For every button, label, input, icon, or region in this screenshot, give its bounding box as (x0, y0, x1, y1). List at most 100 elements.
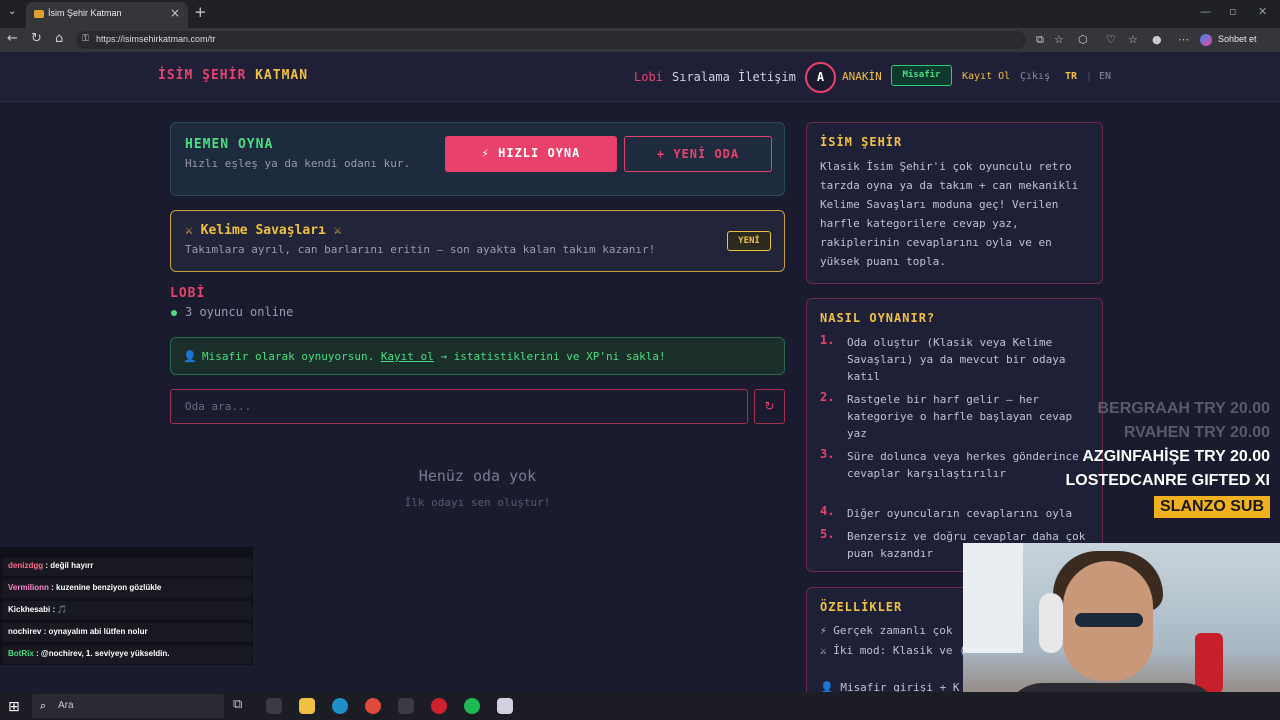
copilot-icon (1200, 34, 1212, 46)
browser-tab[interactable]: İsim Şehir Katman × (26, 2, 188, 28)
taskbar-search-label: Ara (58, 700, 74, 711)
avatar-letter: A (816, 70, 825, 84)
app-icon[interactable] (266, 698, 282, 714)
window-close-icon[interactable]: ✕ (1258, 5, 1267, 18)
donation-amount: GIFTED XI (1191, 472, 1270, 489)
maximize-icon[interactable]: ▫ (1229, 5, 1236, 18)
url-text: https://isimsehirkatman.com/tr (96, 34, 216, 44)
step-number: 3. (820, 447, 835, 461)
lang-tr[interactable]: TR (1065, 71, 1077, 82)
tab-title: İsim Şehir Katman (48, 8, 122, 18)
guest-signup-link[interactable]: Kayıt ol (381, 350, 434, 363)
room-search-input[interactable]: Oda ara... (170, 389, 748, 424)
tab-close-icon[interactable]: × (170, 6, 180, 20)
play-subtitle: Hızlı eşleş ya da kendi odanı kur. (185, 157, 411, 170)
site-info-icon[interactable]: ⚿ (82, 34, 89, 44)
guest-notice: 👤 Misafir olarak oynuyorsun. Kayıt ol → … (170, 337, 785, 375)
chat-message: BotRix : @nochirev, 1. seviyeye yükseldi… (2, 645, 252, 664)
chat-user: BotRix (8, 649, 34, 658)
nav-ranking[interactable]: Sıralama (672, 70, 730, 84)
favorite-star-icon[interactable]: ☆ (1054, 33, 1064, 46)
chat-user: Vermilionn (8, 583, 49, 592)
donation-line: RVAHEN TRY 20.00 (1124, 424, 1270, 442)
minimize-icon[interactable]: — (1200, 5, 1211, 18)
site-logo[interactable]: İSİM ŞEHİR KATMAN (158, 68, 308, 83)
features-title: ÖZELLİKLER (820, 600, 903, 614)
step-text: Süre dolunca veya herkes gönderince ceva… (847, 450, 1079, 480)
search-icon: ⌕ (40, 699, 47, 712)
cam-headset (1039, 593, 1063, 653)
cam-glasses (1075, 613, 1143, 627)
room-search-placeholder: Oda ara... (185, 400, 252, 413)
nav-contact[interactable]: İletişim (738, 70, 796, 84)
lobby-title: LOBİ (170, 286, 206, 301)
windows-start-icon[interactable]: ⊞ (8, 699, 20, 715)
user-icon: 👤 (183, 350, 197, 363)
new-room-label: + YENİ ODA (656, 147, 740, 161)
nav-lobby[interactable]: Lobi (634, 70, 663, 84)
online-count: 3 oyuncu online (185, 305, 294, 319)
chrome-icon[interactable] (365, 698, 381, 714)
sub-alert: SLANZO SUB (1154, 496, 1270, 518)
new-room-button[interactable]: + YENİ ODA (624, 136, 772, 172)
online-indicator-icon (171, 310, 177, 316)
quick-play-label: ⚡ HIZLI OYNA (481, 146, 581, 160)
chat-text: : kuzenine benziyon gözlükle (51, 583, 162, 592)
donation-line: AZGINFAHİŞE TRY 20.00 (1082, 448, 1270, 466)
logout-link[interactable]: Çıkış (1020, 71, 1050, 82)
home-icon[interactable]: ⌂ (55, 31, 63, 46)
extensions-icon[interactable]: ⬡ (1078, 33, 1088, 46)
word-wars-card[interactable]: ⚔ Kelime Savaşları ⚔ Takımlara ayrıl, ca… (170, 210, 785, 272)
app-icon[interactable] (497, 698, 513, 714)
refresh-icon: ↻ (764, 399, 775, 413)
edge-icon[interactable] (332, 698, 348, 714)
back-icon[interactable]: ← (7, 31, 18, 46)
donation-amount: TRY 20.00 (1194, 448, 1270, 465)
copilot-label: Sohbet et (1218, 34, 1257, 44)
step-text: Rastgele bir harf gelir — her kategoriye… (847, 393, 1073, 440)
media-app-icon[interactable] (431, 698, 447, 714)
site-header: İSİM ŞEHİR KATMAN Lobi Sıralama İletişim… (0, 52, 1280, 102)
task-view-icon[interactable]: ⧉ (233, 697, 242, 712)
chat-user: nochirev (8, 627, 42, 636)
username: ANAKİN (842, 70, 882, 83)
reload-icon[interactable]: ↻ (31, 31, 42, 46)
donation-amount: TRY 20.00 (1194, 400, 1270, 417)
chat-user: denizdgg (8, 561, 44, 570)
step-text: Diğer oyuncuların cevaplarını oyla (847, 507, 1073, 520)
guest-suffix: → istatistiklerini ve XP'ni sakla! (440, 350, 666, 363)
browser-essentials-icon[interactable]: ♡ (1106, 33, 1116, 46)
chat-message: nochirev : oynayalım abi lütfen nolur (2, 623, 252, 642)
donation-line: BERGRAAH TRY 20.00 (1097, 400, 1270, 418)
app-available-icon[interactable]: ⧉ (1036, 33, 1044, 47)
spotify-icon[interactable] (464, 698, 480, 714)
refresh-button[interactable]: ↻ (754, 389, 785, 424)
donation-amount: TRY 20.00 (1194, 424, 1270, 441)
chat-text: : değil hayırr (45, 561, 94, 570)
about-text: Klasik İsim Şehir'i çok oyunculu retro t… (820, 160, 1079, 268)
mic-app-icon[interactable] (398, 698, 414, 714)
more-menu-icon[interactable]: ⋯ (1178, 33, 1189, 46)
chat-text: : oynayalım abi lütfen nolur (43, 627, 148, 636)
donor-name: LOSTEDCANRE (1065, 472, 1188, 489)
copilot-button[interactable]: Sohbet et (1200, 32, 1272, 48)
profile-avatar-icon[interactable]: ● (1152, 33, 1162, 46)
play-now-card: HEMEN OYNA Hızlı eşleş ya da kendi odanı… (170, 122, 785, 196)
address-bar[interactable]: ⚿ https://isimsehirkatman.com/tr (76, 31, 1026, 49)
quick-play-button[interactable]: ⚡ HIZLI OYNA (445, 136, 617, 172)
lang-en[interactable]: EN (1099, 71, 1111, 82)
step-text: Oda oluştur (Klasik veya Kelime Savaşlar… (847, 336, 1066, 383)
favorites-icon[interactable]: ☆ (1128, 33, 1138, 46)
browser-toolbar: ← ↻ ⌂ ⚿ https://isimsehirkatman.com/tr ⧉… (0, 28, 1280, 52)
user-avatar[interactable]: A (805, 62, 836, 93)
new-tab-icon[interactable]: + (194, 3, 207, 21)
signup-link[interactable]: Kayıt Ol (962, 71, 1010, 82)
favicon-icon (34, 10, 44, 18)
chat-user: Kickhesabi (8, 605, 51, 614)
chat-line: denizdgg : değil hayırr (8, 561, 93, 570)
file-explorer-icon[interactable] (299, 698, 315, 714)
logo-part2: KATMAN (255, 68, 309, 83)
tab-list-icon[interactable]: ⌄ (8, 6, 16, 17)
play-title: HEMEN OYNA (185, 137, 274, 152)
taskbar-search[interactable]: ⌕ Ara (32, 694, 224, 718)
